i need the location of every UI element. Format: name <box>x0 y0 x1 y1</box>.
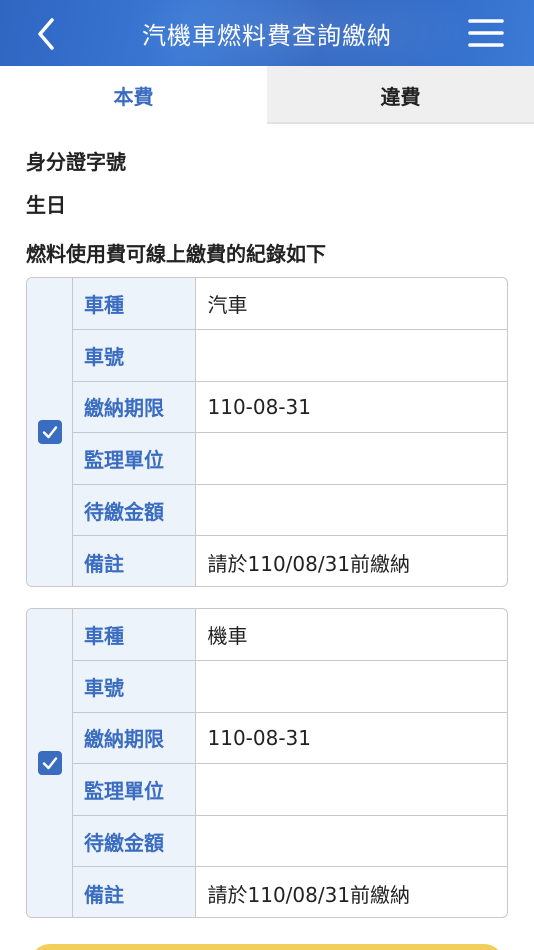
due-date-key: 繳納期限 <box>73 381 196 434</box>
app-header: 汽機車燃料費查詢繳納 <box>0 0 534 66</box>
remarks-key: 備註 <box>73 866 196 917</box>
pay-button[interactable] <box>30 944 504 950</box>
supervising-office-value <box>195 432 507 485</box>
id-number-label: 身分證字號 <box>26 150 126 174</box>
amount-due-value <box>195 484 507 537</box>
plate-number-key: 車號 <box>73 329 196 382</box>
table-row: 繳納期限 110-08-31 <box>73 381 507 434</box>
birthday-label: 生日 <box>26 193 66 217</box>
amount-due-value <box>195 815 507 868</box>
table-row: 備註 請於110/08/31前繳納 <box>73 866 507 917</box>
table-row: 車號 <box>73 660 507 713</box>
table-row: 繳納期限 110-08-31 <box>73 712 507 765</box>
supervising-office-key: 監理單位 <box>73 763 196 816</box>
vehicle-type-value: 汽車 <box>195 278 507 331</box>
tab-base-fee[interactable]: 本費 <box>0 66 267 124</box>
table-row: 待繳金額 <box>73 484 507 537</box>
due-date-key: 繳納期限 <box>73 712 196 765</box>
record-detail-table: 車種 汽車 車號 繳納期限 110-08-31 監理單位 待繳金額 備註 請於1… <box>73 278 507 586</box>
fee-record-card: 車種 汽車 車號 繳納期限 110-08-31 監理單位 待繳金額 備註 請於1… <box>26 277 508 587</box>
tab-violation-fee[interactable]: 違費 <box>267 66 534 124</box>
supervising-office-value <box>195 763 507 816</box>
fee-type-tabs: 本費 違費 <box>0 66 534 124</box>
table-row: 監理單位 <box>73 763 507 816</box>
vehicle-type-value: 機車 <box>195 609 507 662</box>
table-row: 車種 汽車 <box>73 278 507 331</box>
remarks-value: 請於110/08/31前繳納 <box>207 882 411 907</box>
checkmark-icon <box>42 426 57 439</box>
remarks-key: 備註 <box>73 535 196 586</box>
table-row: 待繳金額 <box>73 815 507 868</box>
vehicle-type-key: 車種 <box>73 278 196 331</box>
menu-button[interactable] <box>468 16 504 50</box>
plate-number-key: 車號 <box>73 660 196 713</box>
supervising-office-key: 監理單位 <box>73 432 196 485</box>
vehicle-type-key: 車種 <box>73 609 196 662</box>
fee-record-card: 車種 機車 車號 繳納期限 110-08-31 監理單位 待繳金額 備註 請於1… <box>26 608 508 918</box>
record-select-cell <box>27 278 73 586</box>
hamburger-menu-icon <box>468 19 504 47</box>
record-select-cell <box>27 609 73 917</box>
remarks-value: 請於110/08/31前繳納 <box>207 551 411 576</box>
records-heading: 燃料使用費可線上繳費的紀錄如下 <box>26 242 326 266</box>
table-row: 備註 請於110/08/31前繳納 <box>73 535 507 586</box>
table-row: 監理單位 <box>73 432 507 485</box>
page-title: 汽機車燃料費查詢繳納 <box>142 22 392 50</box>
due-date-value: 110-08-31 <box>195 381 507 434</box>
table-row: 車種 機車 <box>73 609 507 662</box>
amount-due-key: 待繳金額 <box>73 815 196 868</box>
plate-number-value <box>195 660 507 713</box>
record-checkbox[interactable] <box>37 751 62 775</box>
record-detail-table: 車種 機車 車號 繳納期限 110-08-31 監理單位 待繳金額 備註 請於1… <box>73 609 507 917</box>
amount-due-key: 待繳金額 <box>73 484 196 537</box>
plate-number-value <box>195 329 507 382</box>
table-row: 車號 <box>73 329 507 382</box>
record-checkbox[interactable] <box>37 420 62 444</box>
due-date-value: 110-08-31 <box>195 712 507 765</box>
checkmark-icon <box>42 757 57 770</box>
